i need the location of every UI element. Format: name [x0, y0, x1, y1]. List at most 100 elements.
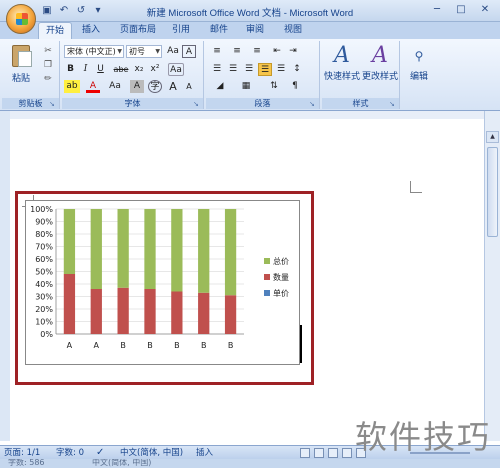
change-styles-button[interactable]: A 更改样式 [362, 43, 398, 82]
chart-svg: 0% 10% 20% 30% 40% 50% 60% 70% 80% 90% 100% A A B B B B B… [30, 205, 289, 350]
bar-segment [198, 209, 210, 293]
highlight-button[interactable]: ab [64, 80, 80, 93]
superscript-button[interactable]: x² [148, 63, 162, 76]
strikethrough-button[interactable]: abe [112, 63, 130, 76]
format-painter-icon[interactable]: ✏ [42, 73, 54, 85]
tab-home[interactable]: 开始 [38, 22, 72, 39]
font-size-select[interactable]: 初号 ▼ [126, 45, 162, 58]
increase-indent-icon[interactable]: ⇥ [286, 45, 300, 58]
italic-button[interactable]: I [79, 63, 92, 76]
title-bar: ▣ ↶ ↺ ▾ 新建 Microsoft Office Word 文档 - Mi… [0, 0, 500, 22]
justify-icon[interactable]: ☰ [258, 63, 272, 76]
full-screen-view-icon[interactable] [314, 448, 324, 458]
bar-segment [117, 287, 129, 334]
bar-segment [144, 209, 156, 289]
font-launcher-icon[interactable]: ↘ [193, 100, 201, 108]
scroll-up-icon[interactable]: ▲ [486, 131, 499, 143]
web-layout-view-icon[interactable] [328, 448, 338, 458]
x-tick-label: A [67, 341, 73, 350]
page-count[interactable]: 页面: 1/1 [4, 447, 40, 459]
vertical-scrollbar[interactable]: ▲ [484, 111, 500, 441]
office-button[interactable] [6, 4, 36, 34]
change-styles-label: 更改样式 [362, 72, 399, 82]
styles-launcher-icon[interactable]: ↘ [389, 100, 397, 108]
chart[interactable]: 0% 10% 20% 30% 40% 50% 60% 70% 80% 90% 100% A A B B B B B… [25, 200, 300, 365]
word-count[interactable]: 字数: 0 [56, 447, 84, 459]
shading-fill-icon[interactable]: ◢ [210, 80, 230, 93]
align-right-icon[interactable]: ☰ [242, 63, 256, 76]
quick-styles-button[interactable]: A 快速样式 [324, 43, 360, 82]
outline-view-icon[interactable] [342, 448, 352, 458]
numbering-icon[interactable]: ≡ [230, 45, 244, 58]
clipboard-launcher-icon[interactable]: ↘ [49, 100, 57, 108]
subscript-button[interactable]: x₂ [132, 63, 146, 76]
bar-segment [117, 209, 129, 288]
maximize-icon[interactable]: □ [450, 2, 472, 18]
clipboard-group: 粘贴 ✂ ❐ ✏ 剪贴板 ↘ [2, 41, 60, 109]
bullets-icon[interactable]: ≡ [210, 45, 224, 58]
legend-label: 数量 [273, 272, 289, 282]
minimize-icon[interactable]: ─ [426, 2, 448, 18]
y-tick-label: 20% [35, 305, 53, 314]
font-size-aa-button[interactable]: Aa [106, 80, 124, 93]
tab-view[interactable]: 视图 [278, 22, 308, 39]
enclose-char-icon[interactable]: 字 [148, 80, 162, 93]
print-layout-view-icon[interactable] [300, 448, 310, 458]
distributed-icon[interactable]: ☰ [274, 63, 288, 76]
underline-button[interactable]: U [94, 63, 107, 76]
y-tick-label: 50% [35, 268, 53, 277]
cut-icon[interactable]: ✂ [42, 45, 54, 57]
bar-segment [198, 292, 210, 334]
tab-references[interactable]: 引用 [166, 22, 196, 39]
language-status[interactable]: 中文(简体, 中国) [120, 447, 183, 459]
char-border-button[interactable]: A [182, 45, 196, 58]
y-tick-label: 30% [35, 293, 53, 302]
clear-formatting-button[interactable]: Aa [168, 63, 184, 76]
proofing-icon[interactable]: ✓ [96, 447, 104, 459]
y-tick-label: 60% [35, 255, 53, 264]
shrink-font-button[interactable]: A [182, 80, 196, 93]
font-label: 字体 [62, 98, 203, 109]
line-spacing-icon[interactable]: ↕ [290, 63, 304, 76]
bold-button[interactable]: B [64, 63, 77, 76]
change-case-button[interactable]: Aa [166, 45, 180, 58]
styles-group: A 快速样式 A 更改样式 样式 ↘ [322, 41, 400, 109]
y-tick-label: 70% [35, 243, 53, 252]
border-icon[interactable]: ▦ [236, 80, 256, 93]
paste-button[interactable]: 粘贴 [8, 43, 34, 89]
font-color-button[interactable]: A [86, 80, 100, 93]
align-left-icon[interactable]: ☰ [210, 63, 224, 76]
close-icon[interactable]: ✕ [474, 2, 496, 18]
tab-mailings[interactable]: 邮件 [204, 22, 234, 39]
multilevel-list-icon[interactable]: ≡ [250, 45, 264, 58]
show-marks-icon[interactable]: ¶ [288, 80, 302, 93]
text-cursor [300, 325, 302, 363]
font-name-select[interactable]: 宋体 (中文正) ▼ [64, 45, 124, 58]
tab-insert[interactable]: 插入 [76, 22, 106, 39]
bar-segment [90, 289, 102, 334]
editing-button[interactable]: ⚲ 编辑 [404, 43, 434, 82]
paste-label: 粘贴 [11, 74, 30, 84]
shading-button[interactable]: A [130, 80, 144, 93]
sort-icon[interactable]: ⇅ [264, 80, 284, 93]
paste-icon [12, 45, 32, 67]
scroll-thumb[interactable] [487, 147, 498, 237]
legend-label: 总价 [273, 256, 289, 266]
quick-styles-label: 快速样式 [324, 72, 361, 82]
ruler-top [0, 111, 500, 119]
y-tick-label: 80% [35, 230, 53, 239]
legend-swatch [264, 274, 270, 280]
tab-page-layout[interactable]: 页面布局 [114, 22, 162, 39]
status-bar-shadow: 字数: 586 中文(简体, 中国) [0, 459, 500, 468]
copy-icon[interactable]: ❐ [42, 59, 54, 71]
editing-group: ⚲ 编辑 [402, 41, 436, 109]
grow-font-button[interactable]: A [166, 80, 180, 93]
tab-review[interactable]: 审阅 [240, 22, 270, 39]
decrease-indent-icon[interactable]: ⇤ [270, 45, 284, 58]
align-center-icon[interactable]: ☰ [226, 63, 240, 76]
y-tick-label: 100% [30, 205, 53, 214]
x-tick-label: B [120, 341, 126, 350]
paragraph-launcher-icon[interactable]: ↘ [309, 100, 317, 108]
insert-mode[interactable]: 插入 [196, 447, 213, 459]
legend-label: 单价 [273, 288, 289, 298]
